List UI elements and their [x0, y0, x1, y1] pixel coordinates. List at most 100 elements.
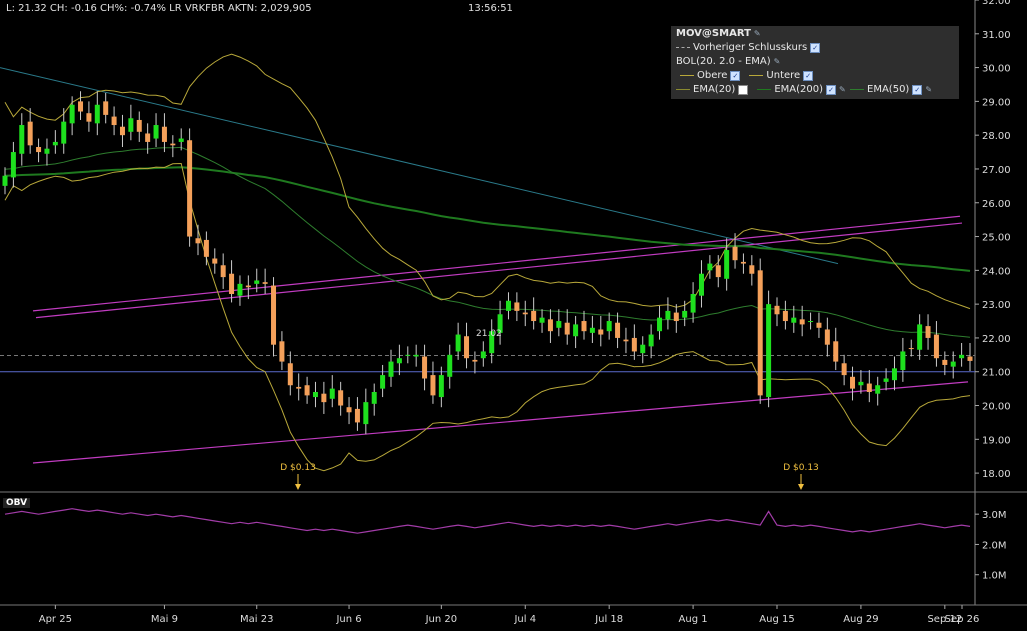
- candle-body: [254, 280, 260, 284]
- candle-body: [480, 351, 486, 359]
- candle-body: [715, 265, 721, 278]
- candle-body: [690, 294, 696, 313]
- candle-body: [237, 283, 243, 296]
- legend-ema20: EMA(20): [693, 84, 736, 95]
- candle-body: [220, 265, 226, 278]
- x-tick-label: Jun 20: [425, 614, 458, 625]
- candle-body: [724, 250, 730, 279]
- ema20-checkbox[interactable]: [738, 84, 749, 95]
- candle-body: [665, 310, 671, 320]
- candle-body: [86, 113, 92, 122]
- wrench-icon[interactable]: ✎: [774, 57, 782, 66]
- candle-body: [606, 321, 612, 332]
- candle-body: [698, 273, 704, 296]
- candle-body: [673, 312, 679, 322]
- obere-checkbox[interactable]: ✓: [730, 70, 741, 81]
- wrench-icon[interactable]: ✎: [839, 85, 847, 94]
- y-tick-label: 20.00: [982, 402, 1011, 413]
- x-tick-label: Jun 6: [335, 614, 361, 625]
- candle-body: [833, 341, 839, 362]
- candle-body: [170, 143, 176, 146]
- candle-body: [959, 354, 965, 359]
- candle-body: [875, 385, 881, 394]
- line-swatch: [676, 89, 690, 90]
- candle-body: [44, 148, 50, 154]
- candle-body: [430, 375, 436, 396]
- y-tick-label: 31.00: [982, 30, 1011, 41]
- candle-body: [598, 329, 604, 335]
- x-tick-label: Mai 9: [151, 614, 178, 625]
- candle-body: [271, 285, 277, 345]
- candle-body: [808, 321, 814, 323]
- candle-body: [94, 104, 100, 124]
- legend-ema50: EMA(50): [867, 84, 910, 95]
- wrench-icon[interactable]: ✎: [925, 85, 933, 94]
- y-tick-label: 32.00: [982, 0, 1011, 7]
- candle-body: [422, 356, 428, 379]
- candle-body: [749, 265, 755, 274]
- candle-body: [61, 121, 67, 144]
- candle-body: [346, 407, 352, 413]
- candle-body: [78, 101, 84, 112]
- wrench-icon[interactable]: ✎: [754, 29, 762, 38]
- candle-body: [296, 386, 302, 389]
- line-swatch: [680, 75, 694, 76]
- candle-body: [824, 329, 830, 345]
- candle-body: [657, 317, 663, 332]
- untere-checkbox[interactable]: ✓: [803, 70, 814, 81]
- candle-body: [287, 363, 293, 386]
- ema50-checkbox[interactable]: ✓: [912, 84, 923, 95]
- candle-body: [413, 354, 419, 357]
- candle-body: [841, 363, 847, 376]
- candle-body: [354, 408, 360, 423]
- candle-body: [229, 273, 235, 294]
- candle-body: [363, 402, 369, 425]
- candle-body: [178, 138, 184, 142]
- prev-close-checkbox[interactable]: ✓: [810, 42, 821, 53]
- candle-body: [774, 305, 780, 315]
- candle-body: [799, 319, 805, 325]
- candle-body: [891, 368, 897, 381]
- candle-body: [858, 381, 864, 386]
- x-tick-label: Aug 1: [679, 614, 708, 625]
- candle-body: [556, 321, 562, 328]
- candle-body: [782, 310, 788, 322]
- candle-body: [262, 282, 268, 284]
- candle-body: [145, 133, 151, 142]
- y-tick-label: 21.00: [982, 368, 1011, 379]
- dividend-label: D $0.13: [280, 463, 316, 473]
- candle-body: [967, 356, 973, 361]
- candle-body: [371, 392, 377, 404]
- candle-body: [589, 327, 595, 333]
- candle-body: [388, 361, 394, 377]
- lower-channel-line: [32, 381, 969, 464]
- y-tick-label: 18.00: [982, 469, 1011, 480]
- chart-legend: MOV@SMART ✎ Vorheriger Schlusskurs ✓ BOL…: [671, 26, 959, 99]
- candle-body: [816, 322, 822, 328]
- candle-body: [883, 378, 889, 382]
- candle-body: [850, 376, 856, 389]
- candle-body: [195, 238, 201, 244]
- legend-title: MOV@SMART: [676, 28, 751, 39]
- candle-body: [455, 334, 461, 352]
- legend-prev-close: Vorheriger Schlusskurs: [693, 42, 808, 53]
- candle-body: [615, 322, 621, 338]
- dividend-arrow: [798, 484, 804, 490]
- legend-obere: Obere: [697, 70, 728, 81]
- candle-body: [304, 385, 310, 396]
- obv-tick-label: 3.0M: [982, 510, 1007, 521]
- obv-tick-label: 1.0M: [982, 571, 1007, 582]
- upper-channel-line: [32, 215, 961, 312]
- candle-body: [917, 324, 923, 350]
- candle-body: [547, 319, 553, 332]
- candle-body: [128, 118, 134, 132]
- candle-body: [942, 359, 948, 365]
- candle-body: [10, 152, 16, 178]
- candle-body: [732, 246, 738, 261]
- x-tick-label: Mai 23: [240, 614, 273, 625]
- x-tick-label: Jul 18: [594, 614, 623, 625]
- x-tick-label: Aug 29: [843, 614, 878, 625]
- price-annotation: 21.02: [476, 329, 502, 339]
- candle-body: [908, 348, 914, 350]
- ema200-checkbox[interactable]: ✓: [826, 84, 837, 95]
